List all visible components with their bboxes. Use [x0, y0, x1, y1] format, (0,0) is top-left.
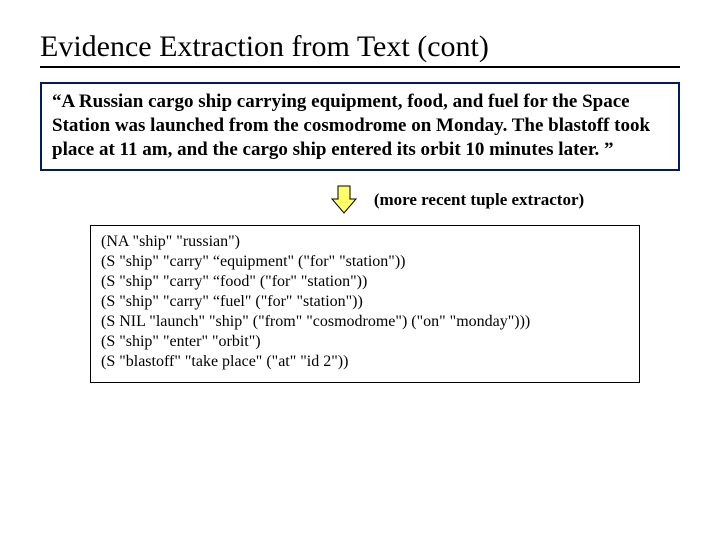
- arrow-row: (more recent tuple extractor): [230, 185, 680, 215]
- slide-title: Evidence Extraction from Text (cont): [40, 30, 680, 68]
- tuple-line: (S "ship" "carry" “equipment" ("for" "st…: [101, 252, 629, 272]
- tuple-line: (S "ship" "carry" “fuel" ("for" "station…: [101, 292, 629, 312]
- tuple-line: (S "blastoff" "take place" ("at" "id 2")…: [101, 352, 629, 372]
- quote-text: “A Russian cargo ship carrying equipment…: [52, 91, 650, 160]
- tuple-line: (NA "ship" "russian"): [101, 232, 629, 252]
- quote-box: “A Russian cargo ship carrying equipment…: [40, 82, 680, 171]
- tuple-output-box: (NA "ship" "russian") (S "ship" "carry" …: [90, 225, 640, 383]
- tuple-line: (S NIL "launch" "ship" ("from" "cosmodro…: [101, 312, 629, 332]
- down-arrow-icon: [326, 185, 362, 215]
- tuple-line: (S "ship" "carry" “food" ("for" "station…: [101, 272, 629, 292]
- arrow-label: (more recent tuple extractor): [374, 190, 584, 210]
- tuple-line: (S "ship" "enter" "orbit"): [101, 332, 629, 352]
